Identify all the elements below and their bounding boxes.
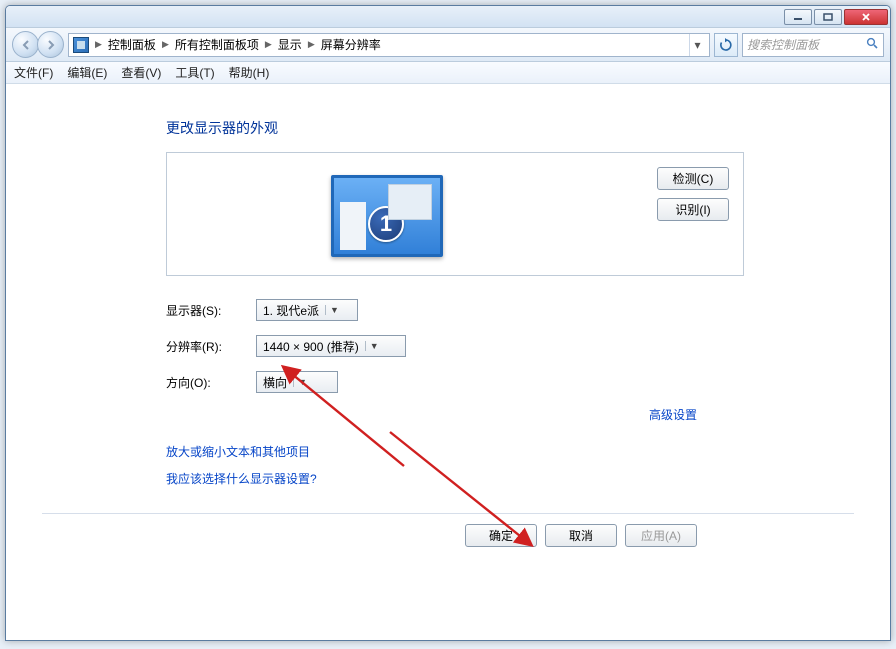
nav-buttons — [12, 31, 64, 58]
search-icon — [866, 37, 879, 53]
monitor-number-badge: 1 — [368, 206, 404, 242]
search-placeholder: 搜索控制面板 — [747, 36, 866, 53]
content-area: 更改显示器的外观 1 检测(C) 识别(I) 显示器(S): 1. 现代e派 ▼… — [6, 84, 890, 640]
address-bar: ▶ 控制面板 ▶ 所有控制面板项 ▶ 显示 ▶ 屏幕分辨率 ▾ 搜索控制面板 — [6, 28, 890, 62]
resolution-label: 分辨率(R): — [166, 338, 256, 355]
search-input[interactable]: 搜索控制面板 — [742, 33, 884, 57]
close-button[interactable] — [844, 9, 888, 25]
orientation-select[interactable]: 横向 ▼ — [256, 371, 338, 393]
display-select[interactable]: 1. 现代e派 ▼ — [256, 299, 358, 321]
maximize-button[interactable] — [814, 9, 842, 25]
breadcrumb-bar[interactable]: ▶ 控制面板 ▶ 所有控制面板项 ▶ 显示 ▶ 屏幕分辨率 ▾ — [68, 33, 710, 57]
control-panel-icon — [73, 37, 89, 53]
which-settings-link[interactable]: 我应该选择什么显示器设置? — [166, 470, 872, 487]
monitor-thumbnail[interactable]: 1 — [331, 175, 443, 257]
titlebar — [6, 6, 890, 28]
identify-button[interactable]: 识别(I) — [657, 198, 729, 221]
apply-button[interactable]: 应用(A) — [625, 524, 697, 547]
chevron-right-icon: ▶ — [93, 39, 104, 50]
breadcrumb-item[interactable]: 显示 — [278, 36, 302, 53]
settings-form: 显示器(S): 1. 现代e派 ▼ 分辨率(R): 1440 × 900 (推荐… — [166, 298, 872, 394]
refresh-button[interactable] — [714, 33, 738, 57]
resolution-value: 1440 × 900 (推荐) — [263, 338, 359, 355]
menu-tools[interactable]: 工具(T) — [175, 64, 214, 81]
resolution-select[interactable]: 1440 × 900 (推荐) ▼ — [256, 335, 406, 357]
monitor-preview-box: 1 检测(C) 识别(I) — [166, 152, 744, 276]
forward-button[interactable] — [37, 31, 64, 58]
chevron-down-icon: ▼ — [293, 377, 307, 387]
menu-view[interactable]: 查看(V) — [121, 64, 161, 81]
display-label: 显示器(S): — [166, 302, 256, 319]
control-panel-window: ▶ 控制面板 ▶ 所有控制面板项 ▶ 显示 ▶ 屏幕分辨率 ▾ 搜索控制面板 文… — [5, 5, 891, 641]
chevron-right-icon: ▶ — [306, 39, 317, 50]
menu-bar: 文件(F) 编辑(E) 查看(V) 工具(T) 帮助(H) — [6, 62, 890, 84]
orientation-label: 方向(O): — [166, 374, 256, 391]
monitor-taskbar-icon — [340, 202, 366, 250]
page-heading: 更改显示器的外观 — [166, 118, 872, 138]
address-dropdown-icon[interactable]: ▾ — [689, 34, 705, 56]
display-value: 1. 现代e派 — [263, 302, 319, 319]
detect-button[interactable]: 检测(C) — [657, 167, 729, 190]
back-button[interactable] — [12, 31, 39, 58]
menu-file[interactable]: 文件(F) — [14, 64, 53, 81]
advanced-settings-link[interactable]: 高级设置 — [649, 408, 697, 422]
ok-button[interactable]: 确定 — [465, 524, 537, 547]
orientation-value: 横向 — [263, 374, 287, 391]
minimize-button[interactable] — [784, 9, 812, 25]
text-scaling-link[interactable]: 放大或缩小文本和其他项目 — [166, 443, 872, 460]
chevron-down-icon: ▼ — [365, 341, 379, 351]
chevron-right-icon: ▶ — [263, 39, 274, 50]
chevron-right-icon: ▶ — [160, 39, 171, 50]
breadcrumb-item[interactable]: 所有控制面板项 — [175, 36, 259, 53]
menu-help[interactable]: 帮助(H) — [229, 64, 270, 81]
chevron-down-icon: ▼ — [325, 305, 339, 315]
breadcrumb-item[interactable]: 控制面板 — [108, 36, 156, 53]
cancel-button[interactable]: 取消 — [545, 524, 617, 547]
menu-edit[interactable]: 编辑(E) — [67, 64, 107, 81]
breadcrumb-item[interactable]: 屏幕分辨率 — [321, 36, 381, 53]
